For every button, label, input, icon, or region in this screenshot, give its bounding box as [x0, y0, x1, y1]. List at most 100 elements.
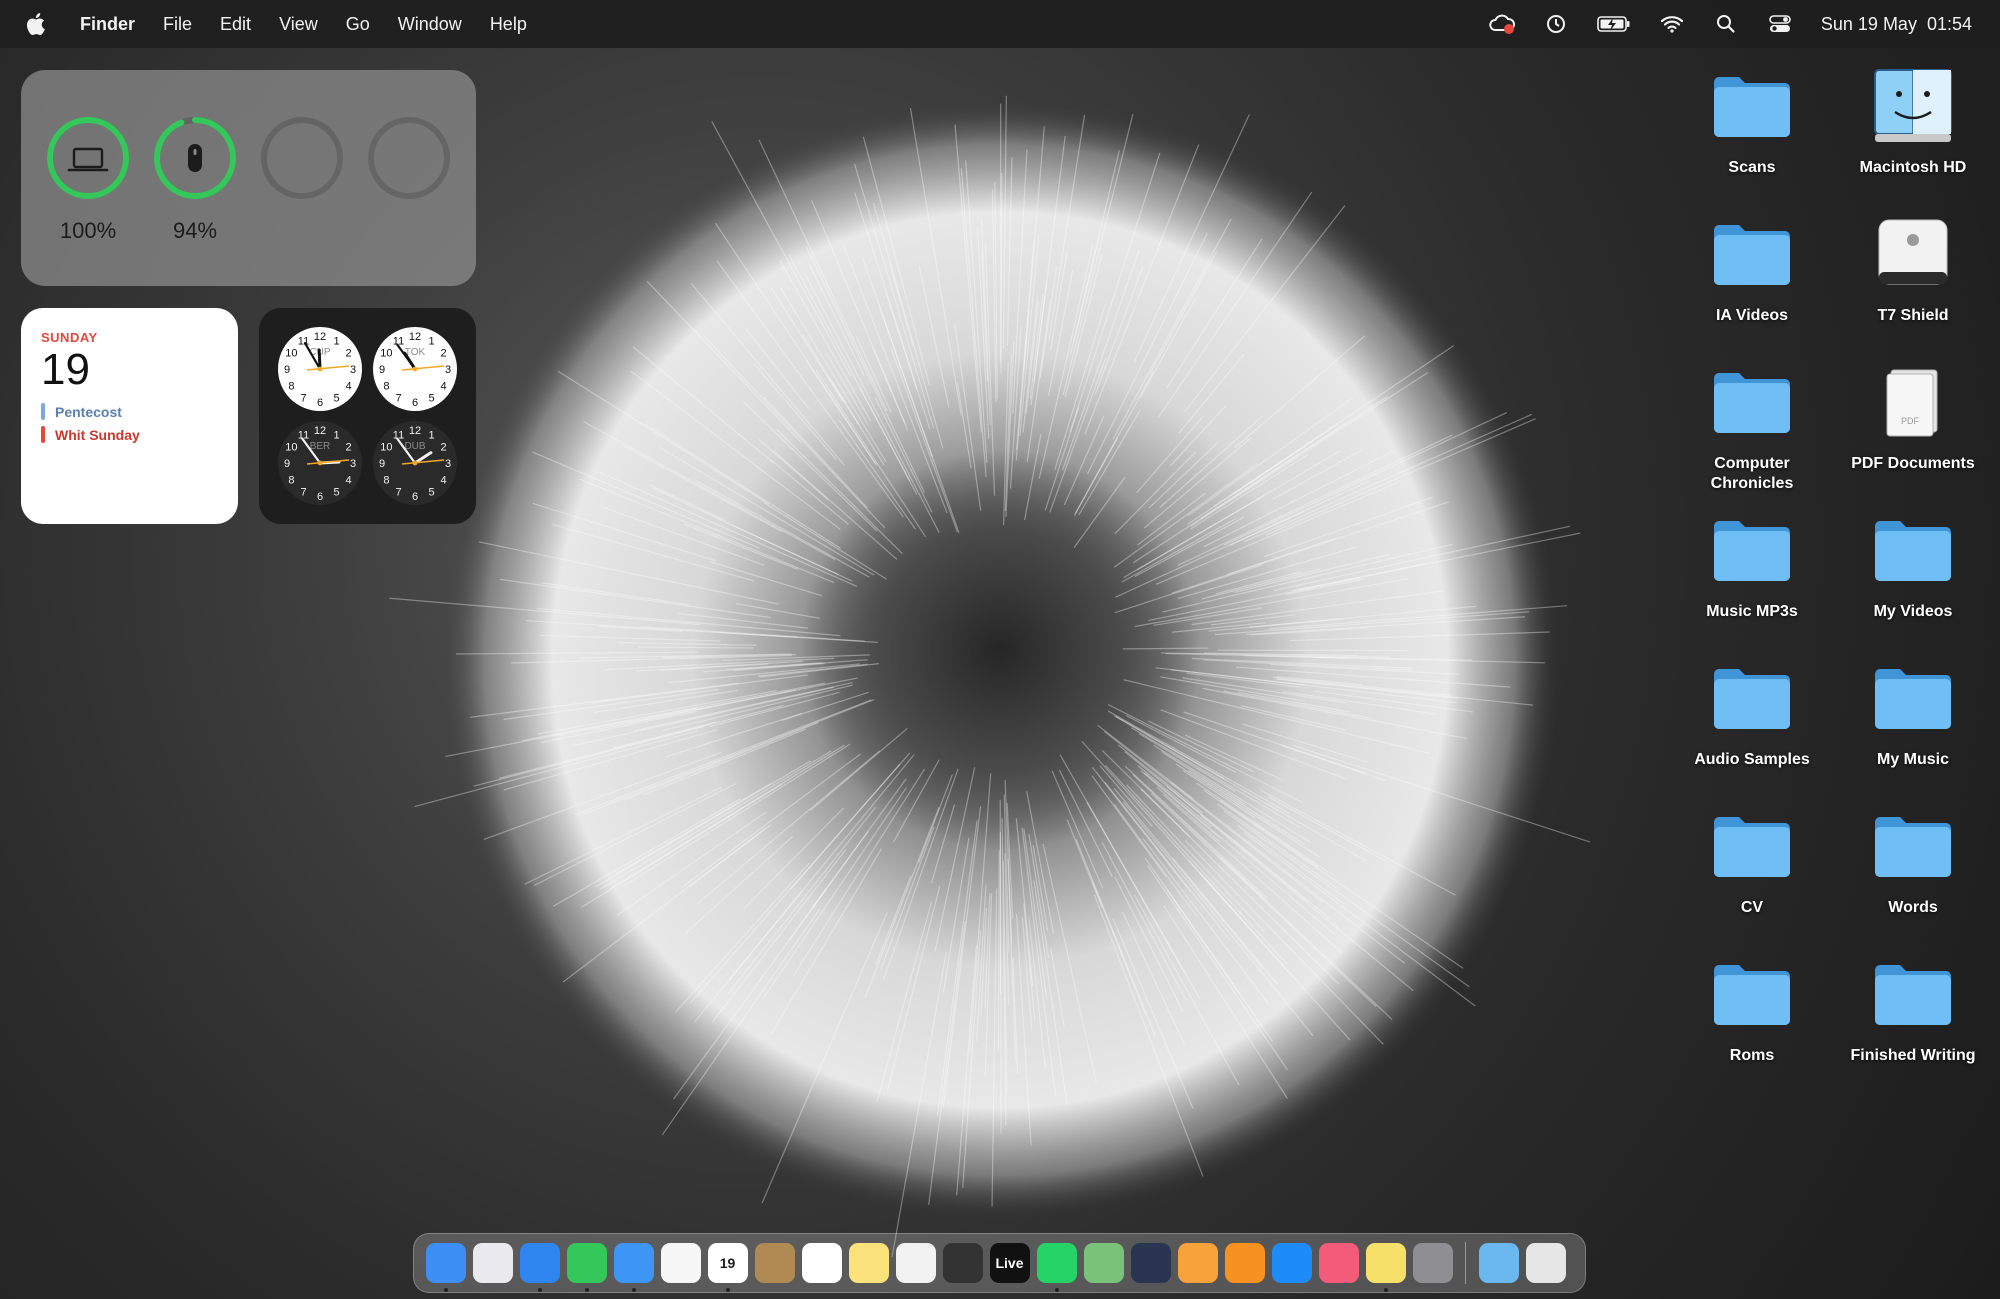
desktop-item-words[interactable]: Words	[1838, 804, 1988, 918]
creative-cloud-icon[interactable]	[1489, 11, 1515, 37]
svg-text:6: 6	[412, 491, 418, 503]
pdf-document-icon: PDF	[1886, 369, 1938, 437]
hard-disk-icon	[1874, 69, 1952, 142]
laptop-battery-percent: 100%	[59, 218, 117, 243]
mail-icon[interactable]	[613, 1243, 654, 1292]
svg-text:4: 4	[441, 381, 447, 393]
desktop-item-roms[interactable]: Roms	[1677, 952, 1827, 1066]
svg-text:12: 12	[409, 331, 421, 343]
desktop-item-t7-shield[interactable]: T7 Shield	[1838, 212, 1988, 326]
svg-text:5: 5	[428, 487, 434, 499]
desktop-item-label: Roms	[1729, 1047, 1775, 1064]
calendar-widget[interactable]: SUNDAY 19 Pentecost Whit Sunday	[21, 308, 238, 524]
desktop-item-scans[interactable]: Scans	[1677, 64, 1827, 178]
time-machine-icon[interactable]	[1543, 11, 1569, 37]
desktop-item-label: Audio Samples	[1694, 751, 1810, 768]
desktop-item-my-videos[interactable]: My Videos	[1838, 508, 1988, 622]
running-indicator	[725, 1288, 730, 1292]
battery-charging-icon[interactable]	[1597, 11, 1631, 37]
folder-icon	[1875, 965, 1951, 1025]
world-clock: 1234567891011 12DUB	[373, 421, 457, 505]
world-clock: 1234567891011 12TOK	[373, 327, 457, 411]
menu-bar: Finder File Edit View Go Window Help Sun…	[0, 0, 2000, 48]
svg-text:7: 7	[300, 393, 306, 405]
maps-icon[interactable]	[1083, 1243, 1124, 1283]
calendar-event[interactable]: Pentecost	[41, 403, 218, 420]
desktop-item-music-mp3s[interactable]: Music MP3s	[1677, 508, 1827, 622]
svg-text:PDF: PDF	[1901, 416, 1920, 426]
live-icon[interactable]: Live	[989, 1243, 1030, 1283]
spotlight-search-icon[interactable]	[1713, 11, 1739, 37]
menu-app-name[interactable]: Finder	[80, 14, 135, 35]
notes-icon[interactable]	[848, 1243, 889, 1283]
finder-icon[interactable]	[425, 1243, 466, 1292]
calendar-icon[interactable]: 19	[707, 1243, 748, 1292]
svg-text:3: 3	[350, 364, 356, 376]
desktop-item-label: CV	[1740, 899, 1764, 916]
control-center-icon[interactable]	[1767, 11, 1793, 37]
desktop-item-label: IA Videos	[1715, 307, 1789, 324]
disk-utility-icon[interactable]	[942, 1243, 983, 1283]
trash-icon[interactable]	[1525, 1243, 1566, 1283]
downloads-folder-icon[interactable]	[1478, 1243, 1519, 1283]
desktop-item-ia-videos[interactable]: IA Videos	[1677, 212, 1827, 326]
menu-edit[interactable]: Edit	[220, 14, 251, 35]
messages-icon[interactable]	[566, 1243, 607, 1292]
menu-help[interactable]: Help	[490, 14, 527, 35]
svg-text:5: 5	[428, 393, 434, 405]
batteries-widget[interactable]: 100% 94%	[21, 70, 476, 286]
safari-icon[interactable]	[519, 1243, 560, 1292]
pages-icon[interactable]	[1177, 1243, 1218, 1283]
desktop-item-finished-writing[interactable]: Finished Writing	[1838, 952, 1988, 1066]
folder-icon	[1714, 77, 1790, 137]
svg-text:4: 4	[346, 381, 352, 393]
desktop-item-label: Words	[1888, 899, 1938, 916]
svg-text:2: 2	[441, 348, 447, 360]
world-clock-widget[interactable]: 123456789101112CUP 123456789101112TOK 12…	[259, 308, 476, 524]
svg-text:5: 5	[333, 487, 339, 499]
launchpad-icon[interactable]	[472, 1243, 513, 1283]
affinity-icon[interactable]	[1318, 1243, 1359, 1283]
desktop-item-pdf-documents[interactable]: PDF PDF Documents	[1838, 360, 1988, 474]
seed-strand	[1122, 647, 1209, 650]
svg-text:1: 1	[428, 335, 434, 347]
desktop-item-cv[interactable]: CV	[1677, 804, 1827, 918]
wifi-icon[interactable]	[1659, 11, 1685, 37]
svg-text:3: 3	[445, 364, 451, 376]
reminders-icon[interactable]	[801, 1243, 842, 1283]
svg-text:3: 3	[350, 458, 356, 470]
svg-text:8: 8	[383, 475, 389, 487]
robot-app-icon[interactable]	[1130, 1243, 1171, 1283]
system-settings-icon[interactable]	[1412, 1243, 1453, 1283]
svg-text:6: 6	[317, 491, 323, 503]
svg-text:2: 2	[346, 348, 352, 360]
desktop-item-audio-samples[interactable]: Audio Samples	[1677, 656, 1827, 770]
scrivener-icon[interactable]	[895, 1243, 936, 1283]
books-icon[interactable]	[1224, 1243, 1265, 1283]
apple-logo-icon[interactable]	[24, 11, 50, 37]
menu-view[interactable]: View	[279, 14, 318, 35]
seed-strand	[1000, 172, 1003, 374]
event-color-bar	[41, 426, 45, 443]
mouse-battery-percent: 94%	[172, 218, 218, 243]
menu-go[interactable]: Go	[346, 14, 370, 35]
desktop-item-my-music[interactable]: My Music	[1838, 656, 1988, 770]
svg-text:6: 6	[317, 397, 323, 409]
stickies-icon[interactable]	[1365, 1243, 1406, 1292]
mouse-icon	[188, 144, 202, 172]
whatsapp-icon[interactable]	[1036, 1243, 1077, 1292]
menu-file[interactable]: File	[163, 14, 192, 35]
calendar-event[interactable]: Whit Sunday	[41, 426, 218, 443]
menubar-clock[interactable]: Sun 19 May 01:54	[1821, 14, 1972, 35]
folder-icon	[1714, 521, 1790, 581]
photos-icon[interactable]	[660, 1243, 701, 1283]
desktop-item-label: Finished Writing	[1850, 1047, 1976, 1064]
desktop-item-computer-chronicles[interactable]: Computer Chronicles	[1677, 360, 1827, 494]
desktop-item-macintosh-hd[interactable]: Macintosh HD	[1838, 64, 1988, 178]
menu-window[interactable]: Window	[398, 14, 462, 35]
app-store-icon[interactable]	[1271, 1243, 1312, 1283]
contacts-icon[interactable]	[754, 1243, 795, 1283]
svg-text:5: 5	[333, 393, 339, 405]
seed-strand	[997, 850, 1000, 1053]
folder-icon	[1714, 225, 1790, 285]
